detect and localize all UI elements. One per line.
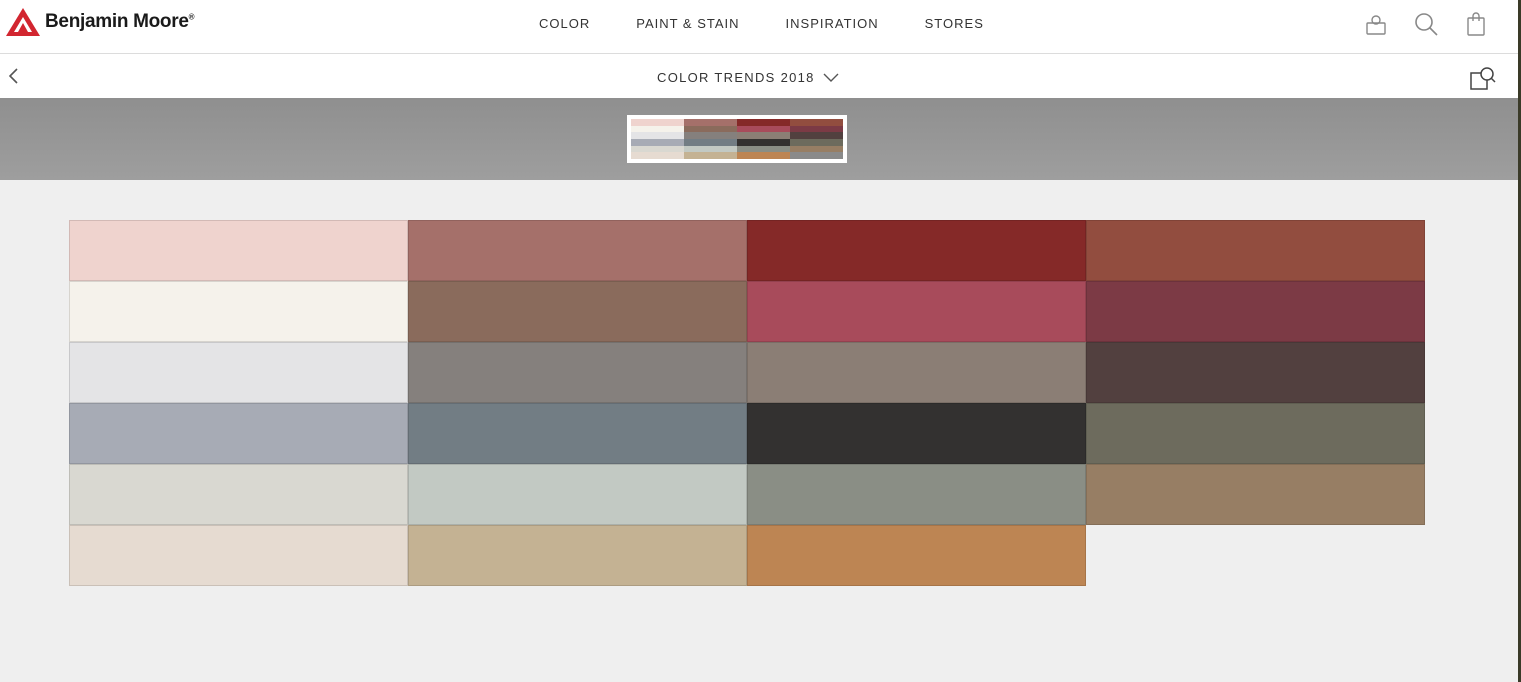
thumbnail-swatch (737, 152, 790, 159)
brand-name: Benjamin Moore® (45, 11, 195, 32)
site-header: Benjamin Moore® COLOR PAINT & STAIN INSP… (0, 0, 1518, 54)
main-nav: COLOR PAINT & STAIN INSPIRATION STORES (539, 16, 1030, 31)
back-arrow-icon[interactable] (4, 66, 24, 86)
thumbnail-swatch (631, 138, 684, 146)
thumbnail-swatch (737, 132, 790, 139)
nav-item-inspiration[interactable]: INSPIRATION (786, 16, 879, 31)
color-chip[interactable] (747, 525, 1086, 586)
thumbnail-swatch (790, 125, 843, 133)
thumbnail-swatch (790, 119, 843, 126)
header-icons (1338, 12, 1488, 36)
color-chip[interactable] (408, 220, 747, 281)
thumbnail-swatch (737, 138, 790, 146)
color-chip[interactable] (69, 220, 408, 281)
thumbnail-swatch (737, 125, 790, 133)
color-chip[interactable] (747, 220, 1086, 281)
thumbnail-swatch (631, 119, 684, 126)
color-chip[interactable] (1086, 342, 1425, 403)
thumbnail-swatch (631, 145, 684, 153)
thumbnail-swatch (737, 119, 790, 126)
thumbnail-swatch (790, 145, 843, 153)
thumbnail-swatch (790, 132, 843, 139)
account-icon[interactable] (1364, 12, 1388, 36)
sub-header: COLOR TRENDS 2018 (0, 54, 1518, 98)
color-chip[interactable] (408, 342, 747, 403)
palette-preview-band (0, 98, 1518, 180)
thumbnail-swatch (631, 125, 684, 133)
color-chip[interactable] (69, 525, 408, 586)
color-chip[interactable] (69, 464, 408, 525)
thumbnail-swatch (631, 132, 684, 139)
color-chip[interactable] (69, 281, 408, 342)
empty-cell (1086, 525, 1425, 586)
cart-icon[interactable] (1464, 12, 1488, 36)
color-chip[interactable] (1086, 464, 1425, 525)
color-chip[interactable] (747, 403, 1086, 464)
thumbnail-swatch (631, 152, 684, 159)
color-chip[interactable] (1086, 220, 1425, 281)
color-chip[interactable] (1086, 403, 1425, 464)
collection-title: COLOR TRENDS 2018 (657, 70, 815, 85)
nav-item-paint-stain[interactable]: PAINT & STAIN (636, 16, 739, 31)
thumbnail-swatch (790, 152, 843, 159)
color-chip[interactable] (408, 403, 747, 464)
palette-thumbnail[interactable] (627, 115, 847, 163)
chevron-down-icon (823, 73, 839, 82)
search-icon[interactable] (1414, 12, 1438, 36)
thumbnail-swatch (684, 152, 737, 159)
color-chip-grid (69, 220, 1425, 586)
thumbnail-swatch (684, 145, 737, 153)
thumbnail-swatch (737, 145, 790, 153)
color-chip[interactable] (408, 464, 747, 525)
thumbnail-swatch (684, 125, 737, 133)
triangle-logo-icon (6, 8, 40, 36)
thumbnail-swatch (684, 119, 737, 126)
collection-dropdown[interactable]: COLOR TRENDS 2018 (657, 70, 839, 85)
color-chip[interactable] (1086, 281, 1425, 342)
thumbnail-swatch (684, 138, 737, 146)
thumbnail-swatch (790, 138, 843, 146)
zoom-view-icon[interactable] (1470, 66, 1496, 90)
nav-item-color[interactable]: COLOR (539, 16, 590, 31)
color-chip[interactable] (69, 403, 408, 464)
thumbnail-swatch (684, 132, 737, 139)
color-chip[interactable] (747, 464, 1086, 525)
color-chip[interactable] (747, 342, 1086, 403)
color-chip[interactable] (408, 281, 747, 342)
color-chip[interactable] (408, 525, 747, 586)
nav-item-stores[interactable]: STORES (925, 16, 984, 31)
color-chip[interactable] (747, 281, 1086, 342)
brand-logo[interactable]: Benjamin Moore® (5, 7, 194, 37)
color-chip[interactable] (69, 342, 408, 403)
